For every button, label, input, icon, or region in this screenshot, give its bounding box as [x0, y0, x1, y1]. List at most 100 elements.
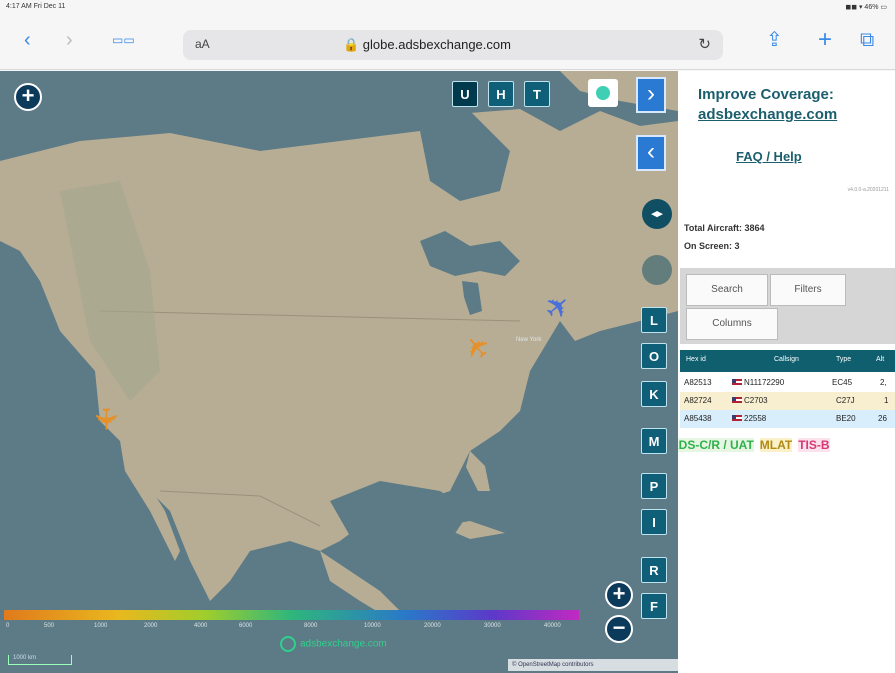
map-scale: 1000 km	[8, 655, 72, 665]
source-legend: ADS-C/R / UAT MLAT TIS-B	[678, 438, 836, 452]
table-header: Hex id Callsign Type Alt	[680, 350, 895, 372]
tabs-overview-icon[interactable]: ⧉	[860, 28, 874, 52]
share-icon[interactable]: ⇪	[766, 28, 783, 52]
new-tab-button[interactable]: +	[818, 28, 832, 52]
back-button[interactable]: ‹	[24, 28, 31, 52]
cell-hex: A82724	[684, 396, 712, 405]
expand-panel-button[interactable]: ›	[636, 77, 666, 113]
cell-callsign-text: 22558	[744, 414, 767, 423]
table-row[interactable]: A85438 22558 BE20 26	[680, 410, 895, 428]
cell-callsign: N11172290	[732, 378, 784, 387]
alt-label: 40000	[544, 623, 561, 629]
cell-hex: A85438	[684, 414, 712, 423]
col-hex[interactable]: Hex id	[686, 356, 706, 363]
legend-mlat: MLAT	[759, 438, 793, 452]
collapse-panel-button[interactable]: ‹	[636, 135, 666, 171]
reload-icon[interactable]: ↻	[698, 35, 711, 53]
alt-label: 500	[44, 623, 55, 629]
cell-callsign-text: C2703	[744, 396, 768, 405]
zoom-in-button[interactable]: +	[605, 581, 633, 609]
col-alt[interactable]: Alt	[876, 356, 884, 363]
bookmarks-icon[interactable]: ▭▭	[112, 28, 135, 52]
tab-filters[interactable]: Filters	[770, 274, 846, 306]
side-button-k[interactable]: K	[641, 381, 667, 407]
status-time: 4:17 AM Fri Dec 11	[6, 3, 66, 10]
basemap	[0, 71, 678, 673]
logo-icon	[280, 636, 296, 652]
map-button-u[interactable]: U	[452, 81, 478, 107]
status-bar: 4:17 AM Fri Dec 11 ◼◼ ▾ 46% ▭	[0, 0, 895, 14]
side-button-r[interactable]: R	[641, 557, 667, 583]
cell-hex: A82513	[684, 378, 712, 387]
map-button-h[interactable]: H	[488, 81, 514, 107]
us-flag-icon	[732, 397, 742, 403]
legend-tisb: TIS-B	[798, 438, 830, 452]
watermark-text: adsbexchange.com	[300, 638, 387, 650]
alt-label: 1000	[94, 623, 108, 629]
zoom-in-top-button[interactable]: +	[14, 83, 42, 111]
on-screen-count: On Screen: 3	[684, 241, 740, 251]
alt-label: 6000	[239, 623, 253, 629]
altitude-color-bar	[4, 610, 579, 620]
dim-control-icon[interactable]	[642, 255, 672, 285]
url-text[interactable]: 🔒 globe.adsbexchange.com	[343, 37, 511, 53]
faq-link[interactable]: FAQ / Help	[736, 149, 802, 164]
side-button-f[interactable]: F	[641, 593, 667, 619]
cell-alt: 1	[884, 396, 889, 405]
tab-bar: Search Filters Columns	[680, 268, 895, 344]
cell-type: BE20	[836, 414, 856, 423]
cell-alt: 26	[878, 414, 887, 423]
cell-callsign: C2703	[732, 396, 768, 405]
status-indicators: ◼◼ ▾ 46% ▭	[845, 4, 887, 11]
browser-toolbar: ‹ › ▭▭ aA 🔒 globe.adsbexchange.com ↻ ⇪ +…	[0, 14, 895, 70]
table-row[interactable]: A82513 N11172290 EC45 2,	[680, 374, 895, 392]
layers-button[interactable]	[588, 79, 618, 107]
version-text: v4.0.0-a.20201211	[847, 187, 889, 193]
zoom-out-button[interactable]: −	[605, 615, 633, 643]
table-row[interactable]: A82724 C2703 C27J 1	[680, 392, 895, 410]
side-button-m[interactable]: M	[641, 428, 667, 454]
city-label: New York	[516, 337, 542, 343]
col-type[interactable]: Type	[836, 356, 851, 363]
forward-button[interactable]: ›	[66, 28, 73, 52]
info-panel: Improve Coverage: adsbexchange.com FAQ /…	[678, 71, 895, 673]
legend-adsb: ADS-C/R / UAT	[678, 438, 754, 452]
coverage-title: Improve Coverage:	[698, 86, 834, 103]
alt-label: 2000	[144, 623, 158, 629]
side-button-p[interactable]: P	[641, 473, 667, 499]
side-button-l[interactable]: L	[641, 307, 667, 333]
layers-icon	[596, 86, 610, 100]
alt-label: 8000	[304, 623, 318, 629]
map-button-t[interactable]: T	[524, 81, 550, 107]
us-flag-icon	[732, 415, 742, 421]
alt-label: 0	[6, 623, 10, 629]
tab-search[interactable]: Search	[686, 274, 768, 306]
side-button-o[interactable]: O	[641, 343, 667, 369]
address-bar[interactable]: aA 🔒 globe.adsbexchange.com ↻	[183, 30, 723, 60]
text-size-button[interactable]: aA	[195, 37, 210, 51]
total-aircraft: Total Aircraft: 3864	[684, 223, 765, 233]
map-view[interactable]: + U H T › ‹ ◂▸ L O K M P I R F + − ✈ ✈ ✈…	[0, 71, 678, 673]
watermark: adsbexchange.com	[280, 636, 387, 658]
altitude-labels: 0 500 1000 2000 4000 6000 8000 10000 200…	[4, 623, 579, 633]
aircraft-icon[interactable]: ✈	[89, 406, 122, 431]
us-flag-icon	[732, 379, 742, 385]
cell-alt: 2,	[880, 378, 887, 387]
alt-label: 20000	[424, 623, 441, 629]
coverage-link[interactable]: adsbexchange.com	[698, 105, 895, 125]
map-attribution[interactable]: © OpenStreetMap contributors	[508, 659, 678, 671]
screen: 4:17 AM Fri Dec 11 ◼◼ ▾ 46% ▭ ‹ › ▭▭ aA …	[0, 0, 895, 673]
alt-label: 10000	[364, 623, 381, 629]
cell-type: C27J	[836, 396, 855, 405]
col-callsign[interactable]: Callsign	[774, 356, 799, 363]
side-button-i[interactable]: I	[641, 509, 667, 535]
cell-type: EC45	[832, 378, 853, 387]
cell-callsign-text: N11172290	[744, 378, 785, 387]
cell-callsign: 22558	[732, 414, 766, 423]
resize-handle-icon[interactable]: ◂▸	[642, 199, 672, 229]
alt-label: 30000	[484, 623, 501, 629]
tab-columns[interactable]: Columns	[686, 308, 778, 340]
alt-label: 4000	[194, 623, 208, 629]
aircraft-stats: Total Aircraft: 3864 On Screen: 3	[684, 219, 765, 255]
coverage-heading: Improve Coverage: adsbexchange.com	[698, 85, 895, 125]
